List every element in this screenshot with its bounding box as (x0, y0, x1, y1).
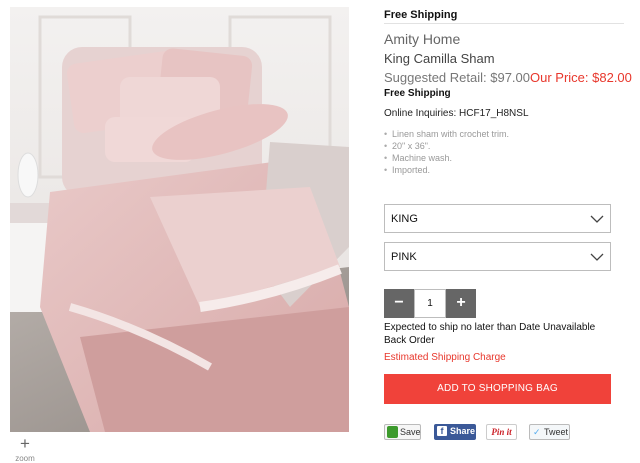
brand-name[interactable]: Amity Home (384, 31, 624, 47)
pinterest-button[interactable]: Pin it (486, 424, 517, 440)
save-label: Save (400, 427, 421, 437)
stock-status: Back Order (384, 335, 435, 346)
quantity-stepper: − + (384, 289, 476, 318)
twitter-icon: ✓ (533, 427, 541, 437)
divider (384, 23, 624, 24)
zoom-control[interactable]: + zoom (12, 435, 38, 463)
list-item: Machine wash. (384, 152, 624, 164)
facebook-icon: f (437, 426, 447, 436)
feature-list: Linen sham with crochet trim. 20" x 36".… (384, 128, 624, 176)
quantity-decrease-button[interactable]: − (384, 289, 414, 318)
facebook-share-button[interactable]: f Share (434, 424, 476, 440)
size-select-value: KING (391, 213, 418, 225)
size-select[interactable]: KING (384, 204, 611, 233)
free-shipping-note: Free Shipping (384, 88, 451, 99)
list-item: 20" x 36". (384, 140, 624, 152)
add-to-bag-button[interactable]: ADD TO SHOPPING BAG (384, 374, 611, 404)
color-select[interactable]: PINK (384, 242, 611, 271)
color-select-value: PINK (391, 251, 417, 263)
list-item: Linen sham with crochet trim. (384, 128, 624, 140)
free-shipping-banner: Free Shipping (384, 9, 458, 21)
estimated-shipping-link[interactable]: Estimated Shipping Charge (384, 352, 624, 363)
tweet-label: Tweet (544, 427, 569, 437)
quantity-input[interactable] (414, 289, 446, 318)
suggested-retail-price: Suggested Retail: $97.00 (384, 70, 530, 85)
list-item: Imported. (384, 164, 624, 176)
price-row: Suggested Retail: $97.00 Our Price: $82.… (384, 70, 632, 85)
plus-icon[interactable]: + (12, 435, 38, 452)
ship-date-text: Expected to ship no later than Date Unav… (384, 322, 596, 333)
zoom-label: zoom (15, 454, 35, 463)
save-icon (387, 426, 398, 438)
product-title: King Camilla Sham (384, 51, 495, 66)
quantity-increase-button[interactable]: + (446, 289, 476, 318)
tweet-button[interactable]: ✓ Tweet (529, 424, 570, 440)
chevron-down-icon (590, 215, 604, 223)
online-inquiries: Online Inquiries: HCF17_H8NSL (384, 108, 529, 119)
save-button[interactable]: Save (384, 424, 421, 440)
share-label: Share (450, 426, 476, 436)
bed-photo-illustration (10, 7, 349, 432)
our-price: Our Price: $82.00 (530, 70, 632, 85)
product-image[interactable] (10, 7, 349, 432)
chevron-down-icon (590, 253, 604, 261)
